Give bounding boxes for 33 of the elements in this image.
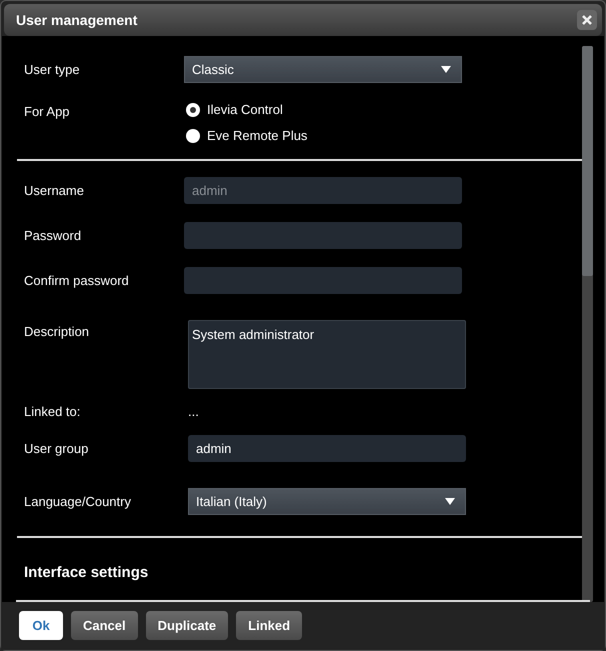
field-label: Username bbox=[24, 182, 85, 200]
field-label: Confirm password bbox=[24, 272, 130, 290]
linked-value: ... bbox=[188, 403, 199, 422]
input-field[interactable] bbox=[184, 222, 462, 249]
close-button[interactable] bbox=[577, 10, 597, 30]
radio-label[interactable]: Eve Remote Plus bbox=[207, 126, 308, 146]
scrollbar-thumb[interactable] bbox=[582, 46, 593, 276]
field-label: User group bbox=[24, 440, 90, 458]
caret-icon bbox=[441, 66, 451, 73]
dropdown[interactable]: Italian (Italy) bbox=[188, 488, 466, 515]
scrollbar[interactable] bbox=[582, 46, 593, 602]
text-area[interactable]: System administrator bbox=[188, 320, 466, 389]
field-label: Language/Country bbox=[24, 492, 132, 511]
input-field[interactable]: admin bbox=[184, 177, 462, 204]
dialog-button[interactable]: Cancel bbox=[71, 611, 138, 640]
dialog-button[interactable]: Ok bbox=[19, 611, 63, 640]
window-title: User management bbox=[16, 10, 138, 30]
field-label: For App bbox=[24, 103, 71, 121]
radio-label[interactable]: Ilevia Control bbox=[207, 100, 283, 120]
input-field[interactable] bbox=[184, 267, 462, 294]
section-heading: Interface settings bbox=[23, 563, 150, 583]
caret-icon bbox=[445, 498, 455, 505]
dialog-button[interactable]: Duplicate bbox=[146, 611, 228, 640]
dropdown[interactable]: Classic bbox=[184, 56, 462, 83]
field-label: Linked to: bbox=[24, 403, 82, 422]
field-label: Description bbox=[24, 323, 90, 341]
field-label: Password bbox=[24, 226, 82, 245]
dialog-button[interactable]: Linked bbox=[236, 611, 302, 640]
radio-button[interactable] bbox=[186, 103, 200, 117]
close-icon bbox=[582, 15, 592, 25]
input-field[interactable]: admin bbox=[188, 435, 466, 462]
field-label: User type bbox=[24, 60, 81, 79]
radio-button[interactable] bbox=[186, 129, 200, 143]
